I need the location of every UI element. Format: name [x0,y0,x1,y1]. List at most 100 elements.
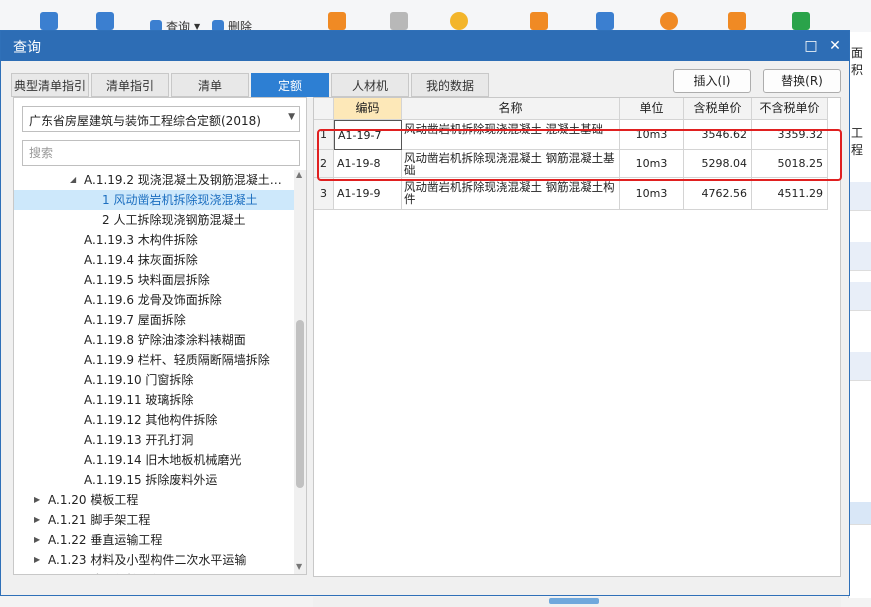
replace-button[interactable]: 替换(R) [763,69,841,93]
column-header[interactable]: 名称 [402,98,620,120]
tree-collapse-icon[interactable]: ◢ [70,170,76,190]
tree-expand-icon[interactable]: ▶ [34,510,40,530]
scroll-down-icon[interactable]: ▼ [296,562,302,571]
blue-doc-icon[interactable] [40,12,58,30]
tree-node[interactable]: A.1.19.9 栏杆、轻质隔断隔墙拆除 [14,350,294,370]
column-header[interactable]: 编码 [334,98,402,120]
tree-node[interactable]: 1 风动凿岩机拆除现浇混凝土 [14,190,294,210]
tree-node[interactable]: 2 人工拆除现浇钢筋混凝土 [14,210,294,230]
tree-node[interactable]: A.1.19.8 铲除油漆涂料裱糊面 [14,330,294,350]
row-number-cell: 3 [314,178,334,210]
cell-price-notax[interactable]: 3359.32 [752,120,828,150]
cell-name[interactable]: 风动凿岩机拆除现浇混凝土 钢筋混凝土基础 [402,150,620,178]
tree-node-label: A.1.24 成品保护工程 [48,570,162,574]
gray-panel-icon[interactable] [390,12,408,30]
cell-code[interactable]: A1-19-9 [334,178,402,210]
cell-text: 风动凿岩机拆除现浇混凝土 钢筋混凝土基础 [404,151,615,177]
tree-node-label: A.1.19.11 玻璃拆除 [84,393,194,407]
cell-text: 10m3 [635,187,668,200]
quota-tree: ◢ A.1.19.2 现浇混凝土及钢筋混凝土… 1 风动凿岩机拆除现浇混凝土 2 人工… [14,170,294,574]
cell-price-notax[interactable]: 5018.25 [752,150,828,178]
tab-typical-bill-guide[interactable]: 典型清单指引 [11,73,89,97]
cell-price-tax[interactable]: 5298.04 [684,150,752,178]
tree-node[interactable]: A.1.19.4 抹灰面拆除 [14,250,294,270]
house-icon[interactable] [728,12,746,30]
tree-node-label: A.1.19.12 其他构件拆除 [84,413,218,427]
blue-chart-icon[interactable] [96,12,114,30]
cell-text: 3 [320,187,327,200]
tree-node[interactable]: A.1.19.3 木构件拆除 [14,230,294,250]
orange-form-icon[interactable] [328,12,346,30]
tree-node[interactable]: A.1.19.12 其他构件拆除 [14,410,294,430]
tree-node-label: 2 人工拆除现浇钢筋混凝土 [102,213,246,227]
dialog-titlebar[interactable]: 查询 □ ✕ [1,31,849,61]
tab-labor-material-machine[interactable]: 人材机 [331,73,409,97]
tree-node[interactable]: ▶ A.1.21 脚手架工程 [14,510,294,530]
tab-bill[interactable]: 清单 [171,73,249,97]
tree-node[interactable]: A.1.19.5 块料面层拆除 [14,270,294,290]
cell-text: A1-19-7 [338,129,382,142]
insert-button[interactable]: 插入(I) [673,69,751,93]
clock-icon[interactable] [450,12,468,30]
cell-unit[interactable]: 10m3 [620,150,684,178]
area-label: 面积 [851,46,864,77]
settings-icon[interactable] [660,12,678,30]
cell-code[interactable]: A1-19-8 [334,150,402,178]
tree-node[interactable]: A.1.19.6 龙骨及饰面拆除 [14,290,294,310]
cell-text: 风动凿岩机拆除现浇混凝土 混凝土基础 [404,122,604,136]
tree-node[interactable]: A.1.19.13 开孔打洞 [14,430,294,450]
cell-price-tax[interactable]: 4762.56 [684,178,752,210]
cell-name[interactable]: 风动凿岩机拆除现浇混凝土 钢筋混凝土构件 [402,178,620,210]
tree-node[interactable]: A.1.19.14 旧木地板机械磨光 [14,450,294,470]
tree-node[interactable]: A.1.19.7 屋面拆除 [14,310,294,330]
cell-text: 10m3 [635,157,668,170]
tree-node-label: A.1.19.8 铲除油漆涂料裱糊面 [84,333,246,347]
tree-expand-icon[interactable]: ▶ [34,550,40,570]
column-header[interactable]: 含税单价 [684,98,752,120]
column-header[interactable]: 不含税单价 [752,98,828,120]
tree-node-label: A.1.19.14 旧木地板机械磨光 [84,453,242,467]
list-icon[interactable] [596,12,614,30]
cell-unit[interactable]: 10m3 [620,178,684,210]
tab-quota[interactable]: 定额 [251,73,329,97]
tree-node[interactable]: ▶ A.1.24 成品保护工程 [14,570,294,574]
scroll-up-icon[interactable]: ▲ [296,170,302,179]
green-sheet-icon[interactable] [792,12,810,30]
tree-node-label: A.1.21 脚手架工程 [48,513,151,527]
search-input[interactable] [22,140,300,166]
maximize-icon[interactable]: □ [801,36,821,56]
tree-node[interactable]: ◢ A.1.19.2 现浇混凝土及钢筋混凝土… [14,170,294,190]
tree-node-label: A.1.23 材料及小型构件二次水平运输 [48,553,247,567]
tree-node[interactable]: A.1.19.11 玻璃拆除 [14,390,294,410]
grid-scrollbar-thumb[interactable] [549,598,599,604]
cell-unit[interactable]: 10m3 [620,120,684,150]
tree-expand-icon[interactable]: ▶ [34,490,40,510]
tree-expand-icon[interactable]: ▶ [34,530,40,550]
tree-expand-icon[interactable]: ▶ [34,570,40,574]
cell-text: 3359.32 [777,128,824,141]
column-header[interactable]: 单位 [620,98,684,120]
tree-node[interactable]: A.1.19.15 拆除废料外运 [14,470,294,490]
tree-scrollbar[interactable]: ▲ ▼ [294,170,306,574]
tree-node[interactable]: ▶ A.1.22 垂直运输工程 [14,530,294,550]
transfer-icon[interactable] [530,12,548,30]
quota-library-select[interactable]: 广东省房屋建筑与装饰工程综合定额(2018) ▼ [22,106,300,132]
tree-node[interactable]: ▶ A.1.20 模板工程 [14,490,294,510]
cell-text: 4511.29 [777,187,824,200]
cell-price-tax[interactable]: 3546.62 [684,120,752,150]
cell-code[interactable]: A1-19-7 [334,120,402,150]
background-row [849,242,871,271]
cell-name[interactable]: 风动凿岩机拆除现浇混凝土 混凝土基础 [402,120,620,150]
dialog-title: 查询 [13,40,41,56]
grid-horizontal-scrollbar[interactable] [313,597,841,607]
cell-text: 1 [320,128,327,141]
tree-scrollbar-thumb[interactable] [296,320,304,488]
close-icon[interactable]: ✕ [825,36,845,56]
tree-node[interactable]: A.1.19.10 门窗拆除 [14,370,294,390]
tab-my-data[interactable]: 我的数据 [411,73,489,97]
tree-node-label: A.1.19.3 木构件拆除 [84,233,198,247]
cell-price-notax[interactable]: 4511.29 [752,178,828,210]
tab-bill-guide[interactable]: 清单指引 [91,73,169,97]
tree-node[interactable]: ▶ A.1.23 材料及小型构件二次水平运输 [14,550,294,570]
cell-text: 5298.04 [701,157,748,170]
